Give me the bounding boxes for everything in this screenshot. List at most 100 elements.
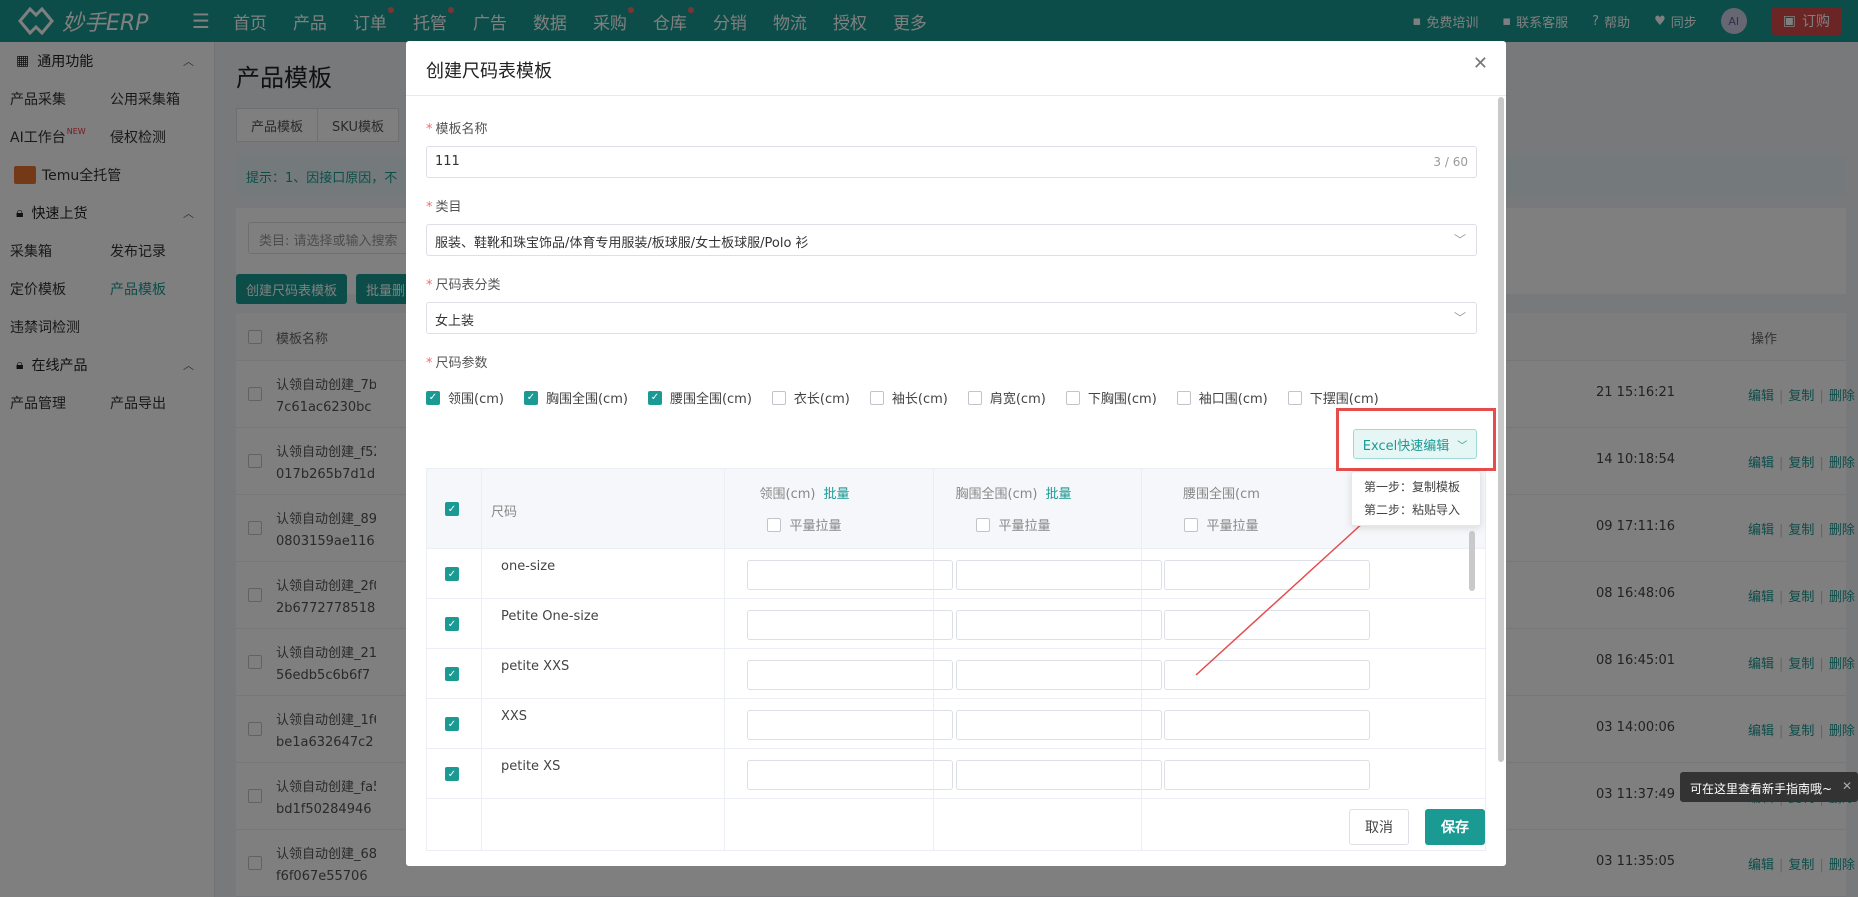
category-select[interactable]: 服装、鞋靴和珠宝饰品/体育专用服装/板球服/女士板球服/Polo 衫 ﹀ <box>426 224 1477 256</box>
menu-item-copy-template[interactable]: 第一步：复制模板 <box>1352 476 1480 499</box>
waist-input[interactable] <box>1164 760 1370 790</box>
param-checkbox-8[interactable]: 下摆围(cm) <box>1287 388 1379 407</box>
checkbox[interactable] <box>1065 390 1080 405</box>
size-row-checkbox[interactable]: ✓ <box>445 767 459 781</box>
size-table-header: ✓ 尺码 领围(cm) 批量 胸围全围(cm) 批量 腰围全围(cm 平量拉量 平量… <box>427 469 1485 549</box>
size-row: ✓ petite XXS <box>427 649 1485 699</box>
bust-input[interactable] <box>956 710 1162 740</box>
chevron-down-icon: ﹀ <box>1453 233 1466 247</box>
checkbox[interactable]: ✓ <box>647 390 662 405</box>
checkbox[interactable] <box>967 390 982 405</box>
size-params-label: * 尺码参数 <box>426 352 488 371</box>
param-checkbox-5[interactable]: 肩宽(cm) <box>967 388 1046 407</box>
waist-input[interactable] <box>1164 710 1370 740</box>
param-label: 衣长(cm) <box>793 392 850 407</box>
save-button[interactable]: 保存 <box>1425 809 1485 845</box>
flat-checkbox[interactable] <box>976 517 991 532</box>
waist-input[interactable] <box>1164 610 1370 640</box>
checkbox[interactable] <box>771 390 786 405</box>
neck-input[interactable] <box>747 660 953 690</box>
neck-input[interactable] <box>747 610 953 640</box>
col-label: 腰围全围(cm <box>1183 487 1260 502</box>
close-icon[interactable]: ✕ <box>1842 779 1852 793</box>
select-value: 服装、鞋靴和珠宝饰品/体育专用服装/板球服/女士板球服/Polo 衫 <box>435 236 809 251</box>
col-label: 胸围全围(cm) <box>955 487 1038 502</box>
label-text: 模板名称 <box>435 122 488 137</box>
waist-flat-toggle[interactable]: 平量拉量 <box>1098 515 1345 534</box>
cancel-button[interactable]: 取消 <box>1349 809 1409 845</box>
neck-input[interactable] <box>747 760 953 790</box>
flat-checkbox[interactable] <box>1184 517 1199 532</box>
char-count: 3 / 60 <box>1433 155 1468 169</box>
template-name-label: * 模板名称 <box>426 118 488 137</box>
category-label: * 类目 <box>426 196 462 215</box>
checkbox[interactable]: ✓ <box>426 390 440 405</box>
bust-input[interactable] <box>956 610 1162 640</box>
input-value: 111 <box>435 154 460 169</box>
param-label: 胸围全围(cm) <box>545 392 628 407</box>
select-value: 女上装 <box>435 314 475 329</box>
checkbox[interactable] <box>1176 390 1191 405</box>
flat-checkbox[interactable] <box>767 517 782 532</box>
batch-link[interactable]: 批量 <box>823 487 849 502</box>
flat-label: 平量拉量 <box>1206 519 1259 534</box>
batch-link[interactable]: 批量 <box>1045 487 1071 502</box>
flat-label: 平量拉量 <box>998 519 1051 534</box>
param-label: 下胸围(cm) <box>1087 392 1157 407</box>
neck-input[interactable] <box>747 710 953 740</box>
label-text: 类目 <box>435 200 462 215</box>
label-text: 尺码表分类 <box>435 278 501 293</box>
bust-input[interactable] <box>956 760 1162 790</box>
param-checkbox-7[interactable]: 袖口围(cm) <box>1176 388 1268 407</box>
size-label: XXS <box>501 709 528 724</box>
param-checkbox-1[interactable]: ✓ 胸围全围(cm) <box>523 388 628 407</box>
waist-input[interactable] <box>1164 560 1370 590</box>
bust-input[interactable] <box>956 660 1162 690</box>
select-all-sizes-checkbox[interactable]: ✓ <box>445 502 459 516</box>
param-checkbox-6[interactable]: 下胸围(cm) <box>1065 388 1157 407</box>
bust-input[interactable] <box>956 560 1162 590</box>
required-mark: * <box>426 356 433 371</box>
menu-item-paste-import[interactable]: 第二步：粘贴导入 <box>1352 499 1480 522</box>
size-row: ✓ Petite One-size <box>427 599 1485 649</box>
waist-input[interactable] <box>1164 660 1370 690</box>
checkbox[interactable] <box>869 390 884 405</box>
size-table: ✓ 尺码 领围(cm) 批量 胸围全围(cm) 批量 腰围全围(cm 平量拉量 平量… <box>426 468 1486 851</box>
checkbox[interactable]: ✓ <box>523 390 538 405</box>
param-label: 领围(cm) <box>448 392 504 407</box>
neck-input[interactable] <box>747 560 953 590</box>
create-size-template-dialog: 创建尺码表模板 ✕ * 模板名称 111 3 / 60 * 类目 服装、鞋靴和珠宝饰品… <box>406 41 1506 866</box>
param-label: 肩宽(cm) <box>989 392 1046 407</box>
param-checkbox-3[interactable]: 衣长(cm) <box>771 388 850 407</box>
template-name-input[interactable]: 111 3 / 60 <box>426 146 1477 178</box>
dialog-header: 创建尺码表模板 ✕ <box>406 41 1506 96</box>
required-mark: * <box>426 200 433 215</box>
size-row: ✓ XXS <box>427 699 1485 749</box>
size-row: ✓ petite XS <box>427 749 1485 799</box>
size-row-checkbox[interactable]: ✓ <box>445 617 459 631</box>
excel-quick-edit-button[interactable]: Excel快速编辑 ﹀ <box>1353 429 1477 459</box>
size-label: petite XS <box>501 759 561 774</box>
size-label: Petite One-size <box>501 609 599 624</box>
label-text: 尺码参数 <box>435 356 488 371</box>
size-row-checkbox[interactable]: ✓ <box>445 667 459 681</box>
size-class-select[interactable]: 女上装 ﹀ <box>426 302 1477 334</box>
size-label: petite XXS <box>501 659 570 674</box>
param-checkbox-2[interactable]: ✓ 腰围全围(cm) <box>647 388 752 407</box>
dialog-scrollbar[interactable] <box>1498 97 1504 762</box>
param-label: 腰围全围(cm) <box>669 392 752 407</box>
param-checkbox-4[interactable]: 袖长(cm) <box>869 388 948 407</box>
size-table-body: ✓ one-size ✓ Petite One-size ✓ petite XXS ✓ XXS… <box>427 549 1485 799</box>
checkbox[interactable] <box>1287 390 1302 405</box>
required-mark: * <box>426 278 433 293</box>
flat-label: 平量拉量 <box>789 519 842 534</box>
size-row-checkbox[interactable]: ✓ <box>445 567 459 581</box>
excel-label: Excel快速编辑 <box>1362 438 1450 454</box>
param-checkbox-0[interactable]: ✓ 领围(cm) <box>426 388 504 407</box>
size-row-checkbox[interactable]: ✓ <box>445 717 459 731</box>
close-icon[interactable]: ✕ <box>1473 53 1488 74</box>
col-label: 领围(cm) <box>759 487 816 502</box>
dialog-title: 创建尺码表模板 <box>426 61 552 82</box>
table-scrollbar[interactable] <box>1469 531 1475 591</box>
chevron-down-icon: ﹀ <box>1457 440 1468 452</box>
